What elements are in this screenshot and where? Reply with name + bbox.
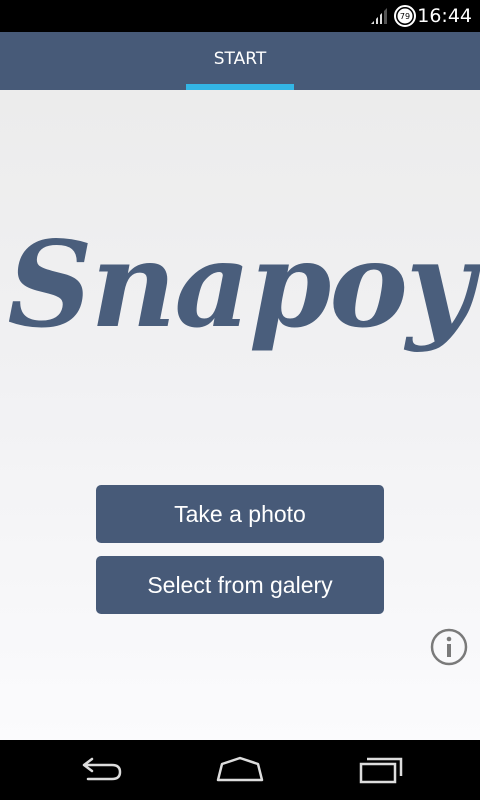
home-icon: [216, 756, 264, 782]
recent-apps-button[interactable]: [351, 750, 411, 790]
home-button[interactable]: [210, 750, 270, 790]
tab-bar: START: [0, 32, 480, 90]
navigation-bar: [0, 740, 480, 800]
info-icon[interactable]: [430, 628, 468, 666]
recent-apps-icon: [359, 757, 403, 784]
main-content: Snapoy Take a photo Select from galery: [0, 90, 480, 740]
app-logo: Snapoy: [7, 215, 474, 354]
screen: 79 16:44 START Snapoy Take a photo Selec…: [0, 0, 480, 800]
battery-level-text: 79: [400, 12, 410, 21]
status-clock: 16:44: [417, 5, 472, 27]
back-icon: [82, 757, 122, 781]
select-from-gallery-button[interactable]: Select from galery: [96, 556, 384, 614]
status-bar: 79 16:44: [0, 0, 480, 32]
back-button[interactable]: [70, 750, 130, 790]
tab-start[interactable]: START: [186, 32, 294, 90]
signal-icon: [371, 8, 387, 24]
battery-icon: 79: [394, 5, 416, 27]
take-photo-button[interactable]: Take a photo: [96, 485, 384, 543]
tab-start-label: START: [213, 49, 267, 69]
